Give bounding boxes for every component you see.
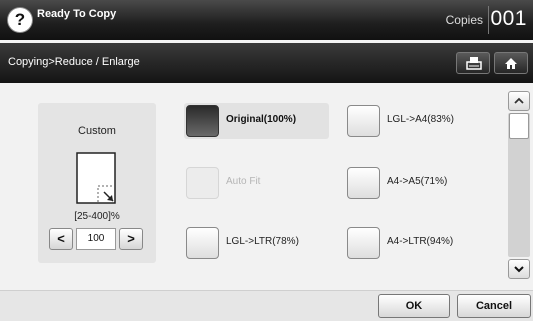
- custom-range: [25-400]%: [74, 211, 120, 222]
- zoom-value-field[interactable]: 100: [76, 228, 116, 250]
- zoom-stepper: < 100 >: [49, 228, 143, 252]
- option-checkbox[interactable]: [186, 105, 219, 137]
- scrollbar-track[interactable]: [508, 113, 530, 257]
- decrease-button[interactable]: <: [49, 228, 73, 250]
- option-lgl-ltr[interactable]: LGL->LTR(78%): [184, 225, 329, 261]
- breadcrumb-bar: Copying>Reduce / Enlarge: [0, 43, 533, 83]
- option-label: A4->A5(71%): [387, 176, 448, 187]
- ok-button[interactable]: OK: [378, 294, 450, 318]
- option-label: LGL->LTR(78%): [226, 236, 299, 247]
- custom-panel: Custom [25-400]% < 100 >: [38, 103, 156, 263]
- screen-title: Ready To Copy: [37, 8, 117, 20]
- scroll-up-button[interactable]: [508, 91, 530, 111]
- scroll-down-button[interactable]: [508, 259, 530, 279]
- option-a4-ltr[interactable]: A4->LTR(94%): [345, 225, 490, 261]
- increase-button[interactable]: >: [119, 228, 143, 250]
- option-checkbox[interactable]: [347, 105, 380, 137]
- option-checkbox[interactable]: [186, 167, 219, 199]
- home-icon: [505, 58, 517, 69]
- option-checkbox[interactable]: [347, 227, 380, 259]
- cancel-button[interactable]: Cancel: [457, 294, 531, 318]
- chevron-up-icon: [514, 97, 524, 104]
- breadcrumb: Copying>Reduce / Enlarge: [8, 56, 140, 68]
- copies-label: Copies: [445, 13, 483, 27]
- help-icon[interactable]: ?: [8, 8, 32, 32]
- scrollbar-thumb[interactable]: [509, 113, 529, 139]
- option-lgl-a4[interactable]: LGL->A4(83%): [345, 103, 490, 139]
- chevron-down-icon: [514, 266, 524, 273]
- tray-button[interactable]: [456, 52, 490, 74]
- option-original[interactable]: Original(100%): [184, 103, 329, 139]
- action-bar: OK Cancel: [0, 290, 533, 321]
- option-checkbox[interactable]: [347, 167, 380, 199]
- custom-page-icon: [76, 152, 116, 204]
- copies-count[interactable]: 001: [490, 7, 527, 31]
- option-label: A4->LTR(94%): [387, 236, 454, 247]
- divider: [488, 6, 489, 34]
- option-auto-fit[interactable]: Auto Fit: [184, 165, 329, 201]
- option-a4-a5[interactable]: A4->A5(71%): [345, 165, 490, 201]
- option-label: Original(100%): [226, 114, 297, 125]
- option-checkbox[interactable]: [186, 227, 219, 259]
- main-content: Custom [25-400]% < 100 > Original(100%) …: [0, 83, 533, 290]
- copy-screen: ? Ready To Copy Copies 001 Copying>Reduc…: [0, 0, 533, 321]
- custom-title: Custom: [78, 125, 116, 137]
- home-button[interactable]: [494, 52, 528, 74]
- tray-icon: [466, 57, 482, 70]
- option-label: LGL->A4(83%): [387, 114, 454, 125]
- option-label: Auto Fit: [226, 176, 261, 187]
- status-bar: ? Ready To Copy Copies 001: [0, 0, 533, 40]
